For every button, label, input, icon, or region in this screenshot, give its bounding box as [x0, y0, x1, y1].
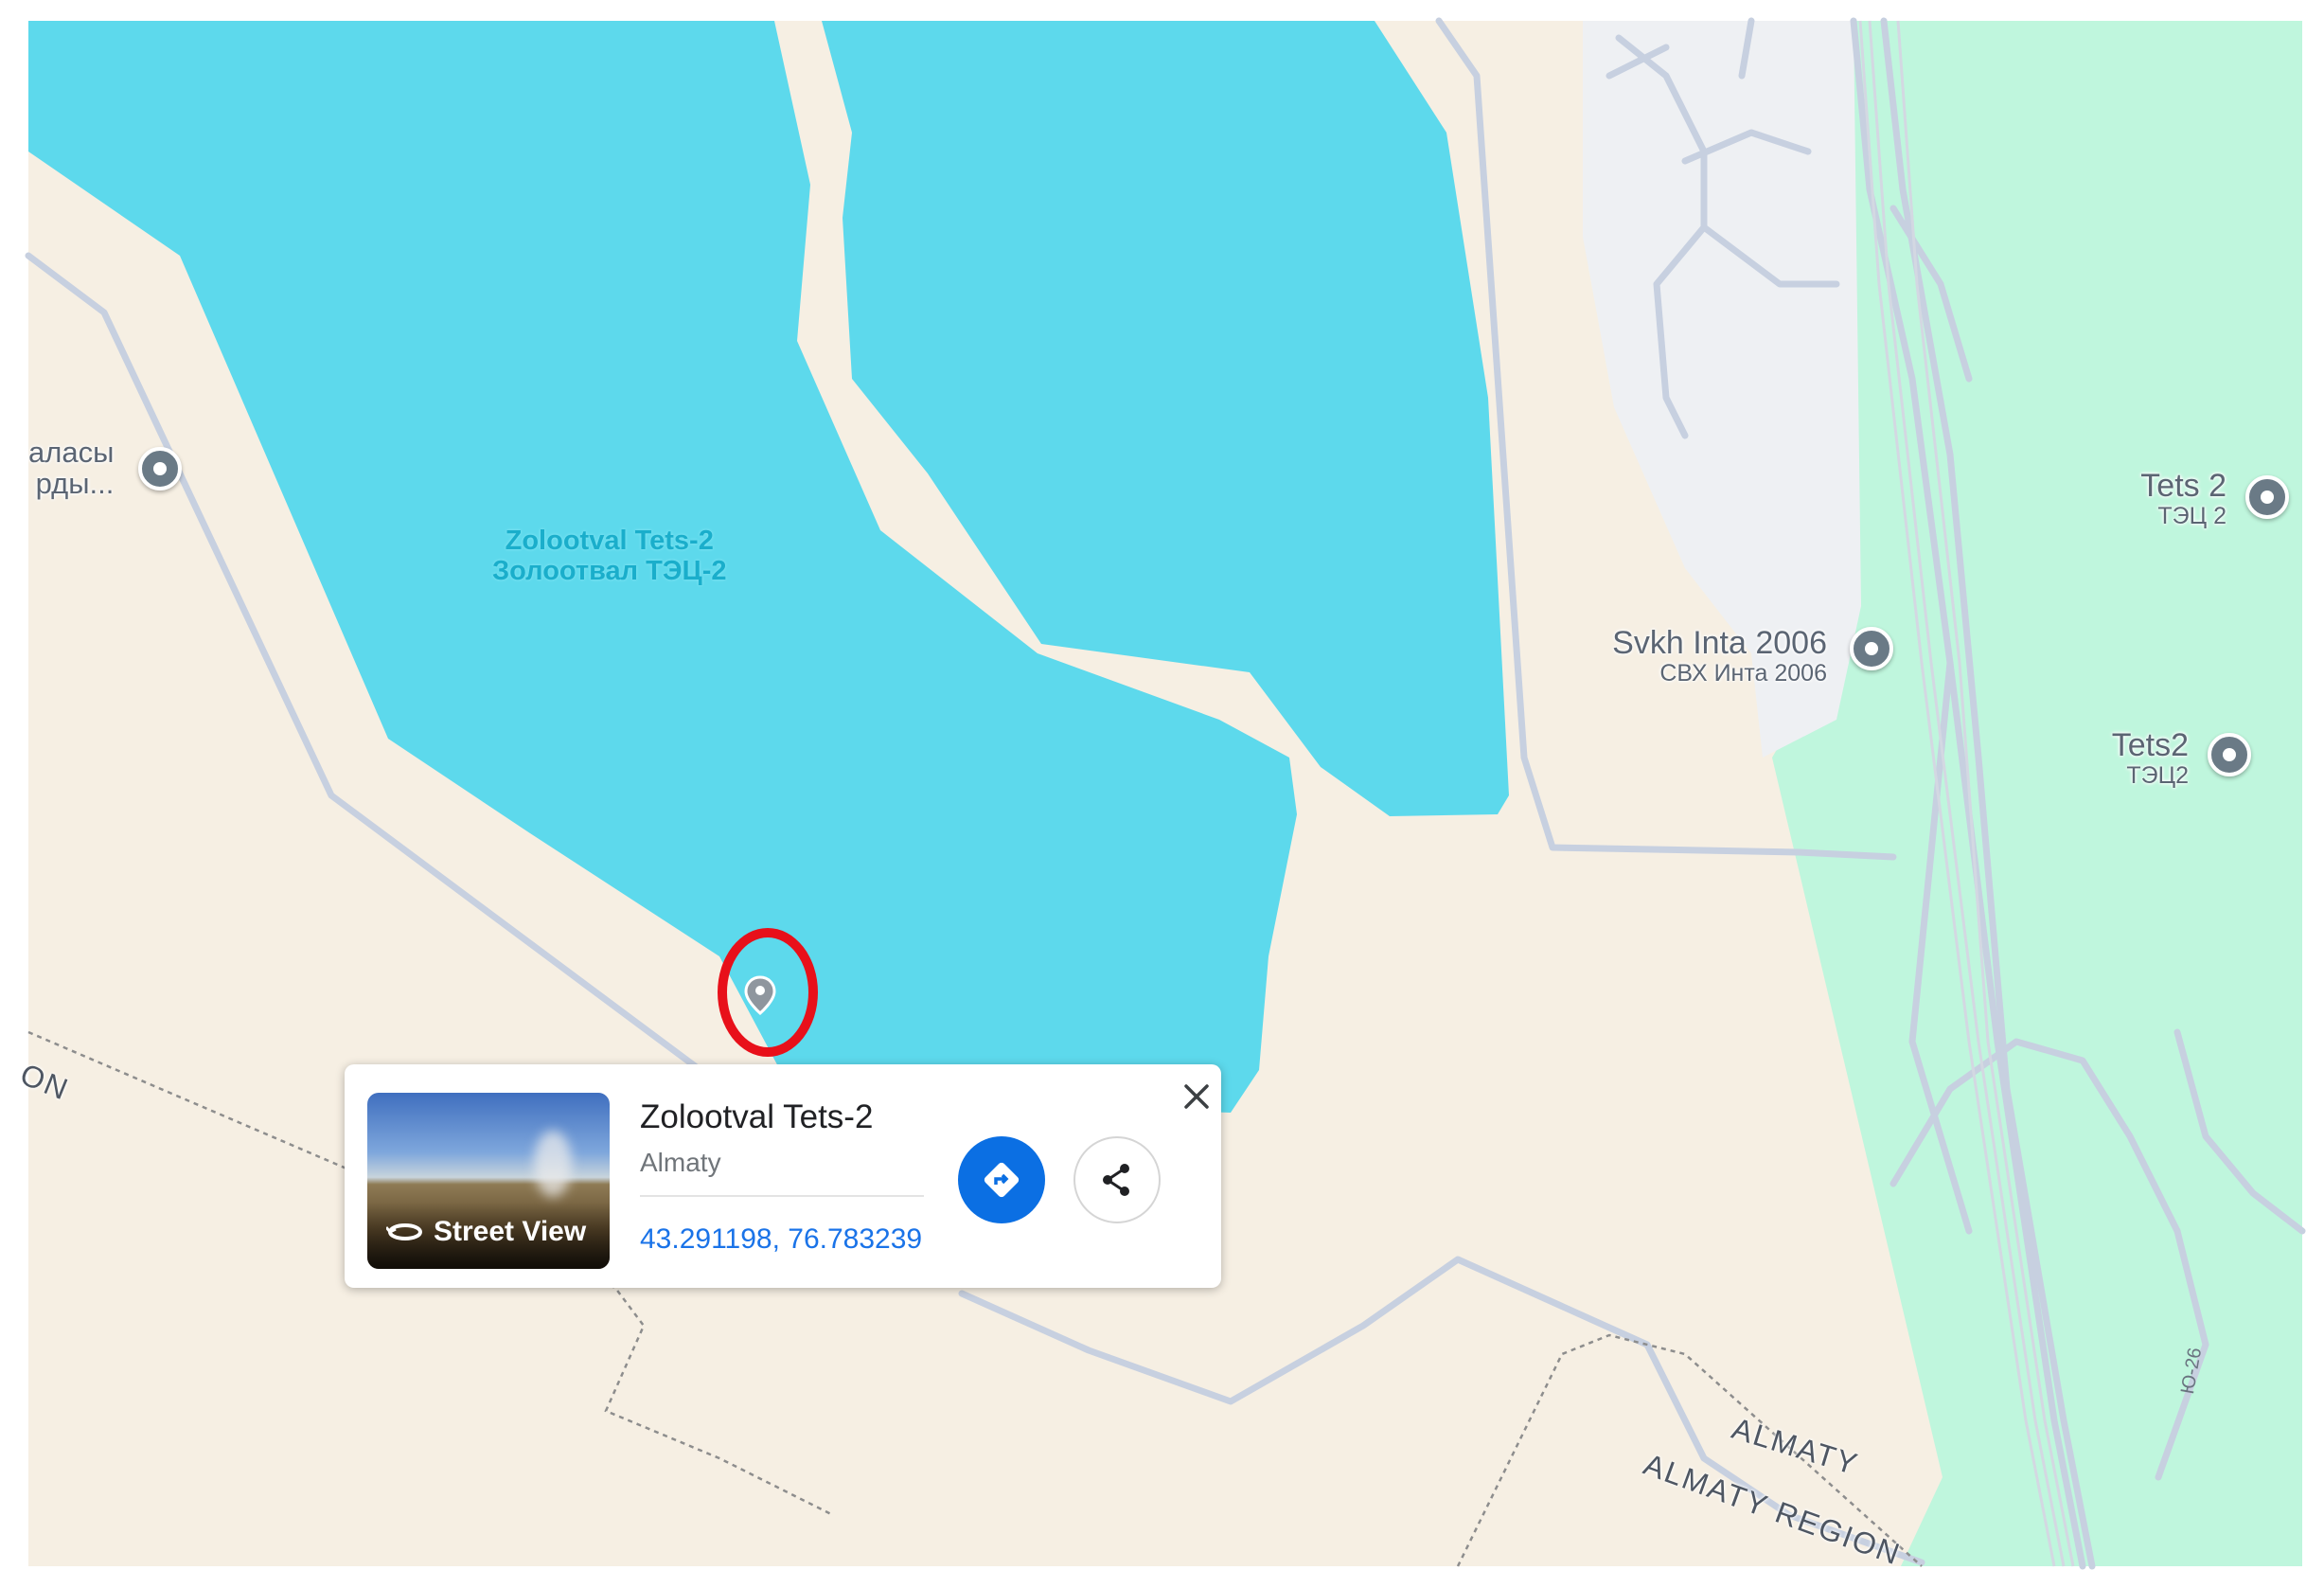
- place-pin-icon[interactable]: [1850, 627, 1893, 670]
- street-view-label: Street View: [434, 1216, 587, 1247]
- poi-name: аласы: [28, 436, 115, 469]
- poi-name: Tets2: [2111, 727, 2189, 763]
- map-base-layer[interactable]: [0, 0, 2324, 1588]
- place-pin-icon[interactable]: [2208, 733, 2251, 776]
- close-button[interactable]: [1178, 1078, 1215, 1115]
- poi-label-svkh-inta[interactable]: Svkh Inta 2006 СВХ Инта 2006: [1600, 625, 1827, 687]
- poi-label-west[interactable]: аласы рды...: [28, 437, 114, 499]
- thumbnail-smoke: [534, 1131, 572, 1197]
- directions-button[interactable]: [958, 1136, 1045, 1223]
- poi-name: Tets 2: [2140, 468, 2226, 504]
- close-icon: [1184, 1084, 1209, 1109]
- map-canvas[interactable]: Zolootval Tets-2 Золоотвал ТЭЦ-2 аласы р…: [0, 0, 2324, 1588]
- poi-subname: СВХ Инта 2006: [1659, 659, 1827, 687]
- directions-icon: [984, 1162, 1020, 1198]
- street-view-thumbnail[interactable]: Street View: [367, 1093, 610, 1269]
- poi-subname: ТЭЦ2: [2126, 761, 2189, 789]
- share-button[interactable]: [1073, 1136, 1161, 1223]
- poi-label-tets2[interactable]: Tets2 ТЭЦ2: [2092, 727, 2189, 789]
- place-title: Zolootval Tets-2: [640, 1098, 874, 1135]
- street-view-label-row[interactable]: Street View: [386, 1216, 586, 1248]
- share-icon: [1103, 1164, 1129, 1196]
- lake-label-secondary: Золоотвал ТЭЦ-2: [492, 555, 727, 586]
- street-view-rotate-icon: [386, 1223, 422, 1240]
- place-subtitle: Almaty: [640, 1148, 721, 1177]
- coordinates-link[interactable]: 43.291198, 76.783239: [640, 1223, 922, 1256]
- poi-subname: рды...: [35, 466, 115, 500]
- poi-label-tets-2[interactable]: Tets 2 ТЭЦ 2: [2130, 468, 2226, 529]
- place-pin-icon[interactable]: [2245, 475, 2289, 519]
- poi-name: Svkh Inta 2006: [1612, 625, 1827, 661]
- card-divider: [640, 1195, 924, 1197]
- poi-subname: ТЭЦ 2: [2157, 502, 2226, 529]
- lake-label-primary: Zolootval Tets-2: [505, 526, 714, 556]
- red-highlight-circle: [718, 928, 818, 1057]
- place-info-card[interactable]: Street View Zolootval Tets-2 Almaty 43.2…: [345, 1064, 1221, 1288]
- place-pin-icon[interactable]: [138, 447, 182, 491]
- lake-label: Zolootval Tets-2 Золоотвал ТЭЦ-2: [492, 526, 726, 587]
